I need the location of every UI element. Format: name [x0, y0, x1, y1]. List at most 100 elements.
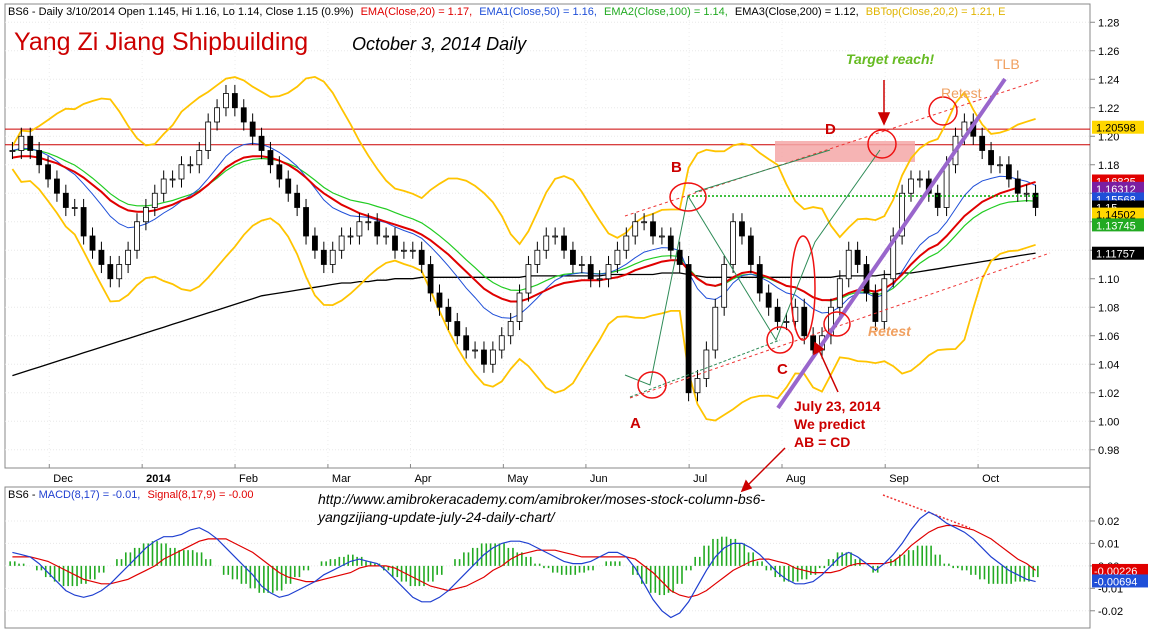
label-tlb: TLB — [994, 56, 1020, 72]
candle-body — [739, 221, 745, 237]
candle-body — [730, 221, 736, 265]
candle-body — [62, 192, 69, 208]
candle-body — [312, 235, 318, 251]
price-tick-label: 1.28 — [1098, 17, 1119, 29]
price-tick-label: 1.26 — [1098, 46, 1119, 58]
candle-body — [667, 235, 674, 251]
price-chart: Dec 2014 Feb Mar Apr May Jun Jul Aug Sep Oct 1.28 1… — [4, 3, 1148, 629]
candle-body — [258, 135, 265, 151]
price-info: BS6 - Daily 3/10/2014 Open 1.145, Hi 1.1… — [8, 6, 354, 18]
candle-body — [507, 321, 514, 337]
candle-body — [436, 292, 443, 308]
ema100-label: EMA2(Close,100) = 1.14, — [604, 6, 728, 18]
candle-body — [712, 306, 719, 351]
candle-body — [596, 278, 603, 281]
label-retest-high: Retest — [941, 85, 982, 101]
label-predict-formula: AB = CD — [794, 434, 850, 450]
candle-body — [650, 221, 656, 237]
candle-body — [445, 306, 452, 322]
candle-body — [276, 164, 283, 180]
candle-body — [1023, 192, 1030, 195]
label-d: D — [825, 121, 836, 138]
candle-body — [347, 235, 354, 238]
candle-body — [231, 93, 238, 109]
candle-body — [125, 249, 132, 265]
candle-body — [916, 178, 923, 181]
candle-body — [747, 235, 754, 265]
candle-body — [997, 164, 1003, 167]
candle-body — [27, 135, 34, 151]
candle-body — [472, 349, 478, 352]
candle-body — [481, 349, 487, 365]
macd-prefix: BS6 - — [8, 489, 39, 501]
price-tick-label: 1.10 — [1098, 274, 1119, 286]
macd-header: BS6 - MACD(8,17) = -0.01, Signal(8,17,9)… — [8, 489, 254, 501]
candle-body — [36, 150, 43, 166]
candle-body — [134, 221, 140, 251]
bbtop-label: BBTop(Close,20,2) = 1.21, E — [866, 6, 1006, 18]
candle-body — [525, 264, 532, 294]
candle-body — [205, 121, 212, 151]
label-retest-low: Retest — [868, 323, 912, 339]
macd-tick-label: 0.01 — [1098, 538, 1119, 550]
candle-body — [374, 221, 381, 237]
macd-tick-label: 0.02 — [1098, 516, 1119, 528]
candle-body — [587, 264, 594, 280]
price-tick-label: 1.04 — [1098, 359, 1119, 371]
label-b: B — [671, 159, 682, 176]
label-c: C — [777, 361, 788, 378]
candle-body — [187, 164, 194, 167]
candle-body — [694, 378, 701, 394]
candle-body — [151, 192, 158, 208]
ema200-label: EMA3(Close,200) = 1.12, — [735, 6, 859, 18]
candle-body — [285, 178, 292, 194]
candle-body — [561, 235, 567, 251]
candle-body — [303, 207, 309, 237]
candle-body — [685, 264, 692, 394]
candle-body — [116, 264, 123, 280]
candle-body — [552, 235, 559, 238]
price-tick-label: 1.24 — [1098, 74, 1119, 86]
candle-body — [534, 249, 541, 265]
x-tick-label: May — [507, 473, 528, 485]
candle-body — [1014, 178, 1021, 194]
candle-body — [383, 235, 390, 238]
candle-body — [703, 349, 710, 379]
price-tick-label: 1.06 — [1098, 331, 1119, 343]
candle-body — [169, 178, 176, 181]
macd-tag-label: -0.00694 — [1094, 576, 1137, 588]
candle-body — [881, 278, 888, 322]
candle-body — [774, 306, 781, 322]
candle-body — [489, 349, 496, 365]
x-tick-label: Jul — [693, 473, 707, 485]
candle-body — [329, 249, 336, 265]
candle-body — [783, 321, 790, 323]
ema20-label: EMA(Close,20) = 1.17, — [361, 6, 473, 18]
price-tick-label: 1.22 — [1098, 103, 1119, 115]
chart-subtitle: October 3, 2014 Daily — [352, 34, 527, 54]
candle-body — [9, 150, 16, 152]
candle-body — [338, 235, 345, 251]
candle-body — [988, 150, 994, 166]
price-tick-label: 1.02 — [1098, 388, 1119, 400]
label-target: Target reach! — [846, 51, 935, 67]
candle-body — [418, 249, 425, 265]
candle-body — [54, 178, 60, 194]
macd-tags: -0.00226-0.00694 — [1092, 563, 1148, 588]
candle-body — [570, 249, 576, 265]
candle-body — [107, 264, 114, 280]
price-tag-label: 1.13745 — [1096, 220, 1136, 232]
candle-body — [543, 235, 550, 251]
candle-body — [196, 150, 203, 166]
candle-body — [658, 235, 665, 238]
price-tick-label: 0.98 — [1098, 445, 1119, 457]
source-url-line2: yangzijiang-update-july-24-daily-chart/ — [317, 509, 557, 525]
candle-body — [721, 264, 728, 308]
x-tick-label: Apr — [414, 473, 431, 485]
x-tick-label: Feb — [239, 473, 258, 485]
candle-body — [267, 150, 274, 166]
price-tick-label: 1.00 — [1098, 416, 1119, 428]
x-tick-label: Aug — [786, 473, 806, 485]
candle-body — [676, 249, 683, 265]
candle-body — [765, 292, 772, 308]
